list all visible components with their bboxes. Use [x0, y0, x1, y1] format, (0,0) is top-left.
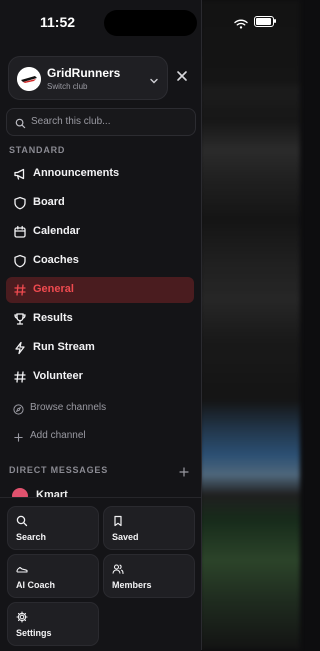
- search-icon: [16, 514, 28, 527]
- channel-label: General: [33, 283, 74, 295]
- ai-coach-tile-button[interactable]: AI Coach: [7, 554, 99, 598]
- tile-label: Search: [16, 532, 47, 542]
- compass-icon: [13, 402, 24, 415]
- channel-label: Board: [33, 196, 65, 208]
- channel-announcements[interactable]: Announcements: [6, 161, 194, 187]
- hash-icon: [13, 283, 27, 297]
- add-channel-label: Add channel: [30, 430, 86, 441]
- channel-results[interactable]: Results: [6, 306, 194, 332]
- channel-general[interactable]: General: [6, 277, 194, 303]
- add-dm-icon[interactable]: [179, 464, 189, 477]
- shield-icon: [13, 254, 27, 268]
- club-name: GridRunners: [47, 66, 121, 80]
- quick-actions: Search Saved AI Coach Members Settings: [0, 497, 201, 651]
- dynamic-island: [104, 10, 197, 36]
- add-channel-button[interactable]: Add channel: [6, 425, 194, 447]
- channel-label: Volunteer: [33, 370, 83, 382]
- tile-label: Saved: [112, 532, 139, 542]
- channel-run-stream[interactable]: Run Stream: [6, 335, 194, 361]
- people-icon: [112, 562, 124, 575]
- battery-tip: [274, 19, 276, 23]
- browse-channels-button[interactable]: Browse channels: [6, 397, 194, 419]
- close-icon[interactable]: [174, 68, 190, 84]
- status-bar: 11:52: [0, 0, 300, 46]
- members-tile-button[interactable]: Members: [103, 554, 195, 598]
- status-time: 11:52: [40, 14, 76, 30]
- channel-label: Calendar: [33, 225, 81, 237]
- search-input[interactable]: Search this club...: [6, 108, 196, 136]
- club-logo: [17, 67, 41, 91]
- club-subtitle: Switch club: [47, 82, 88, 91]
- settings-tile-button[interactable]: Settings: [7, 602, 99, 646]
- sneaker-icon: [16, 562, 28, 574]
- search-placeholder: Search this club...: [31, 116, 111, 127]
- megaphone-icon: [13, 167, 27, 181]
- section-label-direct-messages: DIRECT MESSAGES: [9, 465, 109, 475]
- shield-icon: [13, 196, 27, 210]
- browse-channels-label: Browse channels: [30, 402, 107, 413]
- channel-coaches[interactable]: Coaches: [6, 248, 194, 274]
- channel-calendar[interactable]: Calendar: [6, 219, 194, 245]
- channel-label: Results: [33, 312, 73, 324]
- channel-label: Announcements: [33, 167, 120, 179]
- calendar-icon: [13, 225, 27, 239]
- channel-board[interactable]: Board: [6, 190, 194, 216]
- channel-label: Run Stream: [33, 341, 95, 353]
- channel-label: Coaches: [33, 254, 79, 266]
- club-switcher[interactable]: GridRunners Switch club: [8, 56, 168, 100]
- saved-tile-button[interactable]: Saved: [103, 506, 195, 550]
- wifi-icon: [234, 16, 248, 29]
- chevron-down-icon: [149, 73, 159, 91]
- search-tile-button[interactable]: Search: [7, 506, 99, 550]
- tile-label: Members: [112, 580, 152, 590]
- section-label-standard: STANDARD: [9, 145, 66, 155]
- channel-volunteer[interactable]: Volunteer: [6, 364, 194, 390]
- search-icon: [15, 116, 26, 134]
- battery-icon: [254, 16, 274, 27]
- gear-icon: [16, 610, 28, 623]
- hash-icon: [13, 370, 27, 384]
- lightning-icon: [13, 341, 27, 355]
- trophy-icon: [13, 312, 27, 326]
- background-content[interactable]: [200, 0, 300, 650]
- bookmark-icon: [112, 514, 124, 527]
- sidebar-drawer: GridRunners Switch club Search this club…: [0, 0, 202, 651]
- plus-icon: [13, 430, 24, 442]
- tile-label: AI Coach: [16, 580, 56, 590]
- tile-label: Settings: [16, 628, 52, 638]
